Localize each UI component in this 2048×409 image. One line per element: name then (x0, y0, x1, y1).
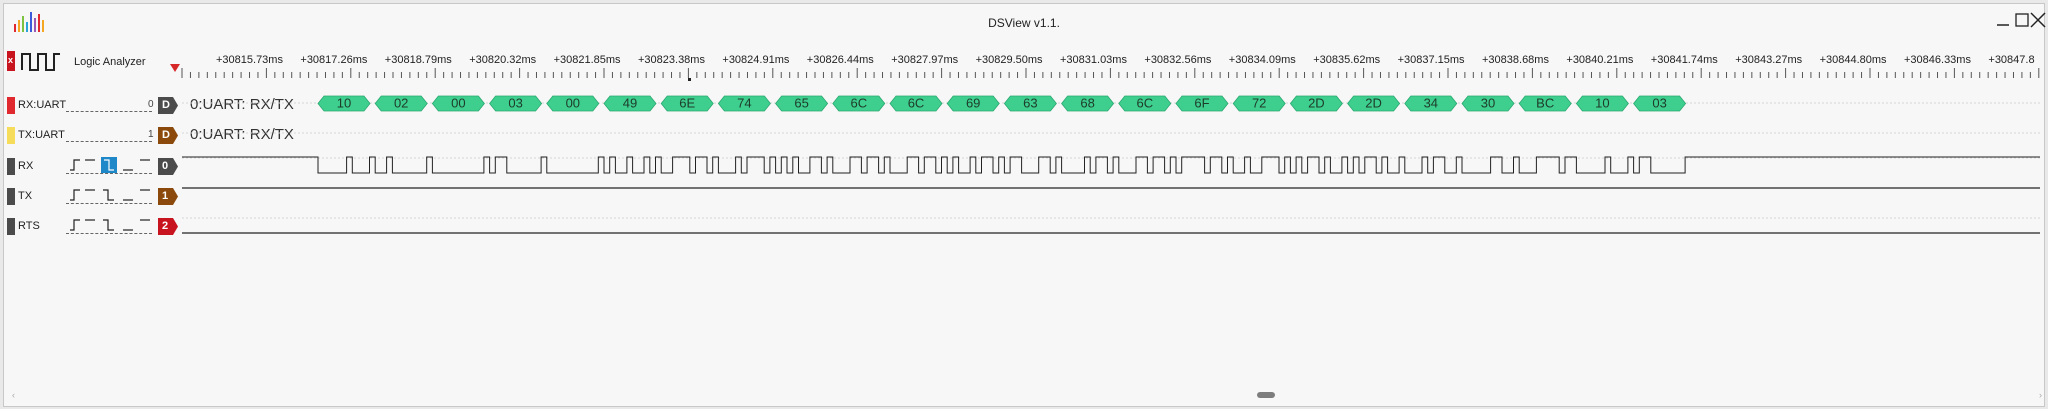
channel-tag[interactable]: 1 (158, 188, 178, 205)
ruler-tick-label: +30824.91ms (722, 54, 790, 66)
horizontal-scrollbar[interactable]: ‹ › (12, 390, 2042, 400)
app-window: DSView v1.1. x Logic Analyzer +30815.73m… (3, 3, 2046, 407)
channel-row-rts: RTS 2 (4, 212, 2044, 242)
channel-tag[interactable]: 0 (158, 158, 178, 175)
channel-color-swatch[interactable] (7, 97, 15, 114)
ruler-tick-label: +30832.56ms (1144, 54, 1212, 66)
close-icon[interactable] (2028, 10, 2048, 30)
channel-index: 0 (148, 99, 154, 110)
channel-name[interactable]: RX (18, 160, 33, 172)
channel-name[interactable]: TX (18, 190, 32, 202)
channel-row-rx: RX 0 (4, 152, 2044, 182)
trigger-marker-icon[interactable] (170, 64, 180, 72)
ruler-tick-label: +30827.97ms (891, 54, 959, 66)
channel-divider (66, 233, 152, 234)
channel-name[interactable]: RTS (18, 220, 40, 232)
ruler-tick-label: +30820.32ms (469, 54, 537, 66)
ruler-tick-label: +30829.50ms (975, 54, 1043, 66)
channel-color-swatch[interactable] (7, 188, 15, 205)
channel-row-rx-uart: RX:UART 0 D 0:UART: RX/TX (4, 91, 2044, 121)
ruler-tick-label: +30838.68ms (1482, 54, 1549, 66)
ruler-tick-label: +30834.09ms (1228, 54, 1296, 66)
ruler-tick-label: +30818.79ms (384, 54, 452, 66)
scroll-left-icon[interactable]: ‹ (12, 390, 15, 400)
ruler-tick-label: +30846.33ms (1904, 54, 1971, 66)
ruler-tick-label: +30847.8 (1988, 54, 2035, 66)
window-title: DSView v1.1. (988, 16, 1060, 30)
ruler-tick-label: +30840.21ms (1566, 54, 1634, 66)
channel-row-tx: TX 1 (4, 182, 2044, 212)
trigger-selector[interactable] (68, 217, 154, 233)
channel-divider (66, 111, 152, 112)
ruler-tick-label: +30835.62ms (1313, 54, 1381, 66)
channel-tag[interactable]: 2 (158, 218, 178, 235)
channel-divider (66, 141, 152, 142)
mode-badge-text: x (8, 55, 14, 65)
rising-edge-icon (70, 159, 80, 171)
scroll-thumb[interactable] (1257, 392, 1275, 398)
decoder-label: 0:UART: RX/TX (190, 126, 294, 143)
trigger-selector[interactable] (68, 157, 154, 173)
ruler-tick-label: +30826.44ms (806, 54, 874, 66)
channel-tag[interactable]: D (158, 127, 178, 144)
mode-label[interactable]: Logic Analyzer (74, 56, 146, 68)
channel-tag[interactable]: D (158, 97, 178, 114)
ruler-tick-label: +30844.80ms (1819, 54, 1887, 66)
ruler-tick-label: +30823.38ms (638, 54, 705, 66)
channel-color-swatch[interactable] (7, 158, 15, 175)
channel-divider (66, 173, 152, 174)
mode-badge[interactable]: x (7, 51, 15, 71)
channel-name[interactable]: TX:UART (18, 129, 65, 141)
minimize-icon[interactable] (1994, 10, 2014, 30)
ruler-tick-label: +30837.15ms (1397, 54, 1465, 66)
channel-color-swatch[interactable] (7, 218, 15, 235)
decoder-label: 0:UART: RX/TX (190, 96, 294, 113)
ruler-tick-label: +30841.74ms (1650, 54, 1718, 66)
channel-name[interactable]: RX:UART (18, 99, 66, 111)
ruler-tick-label: +30815.73ms (216, 54, 283, 66)
channel-color-swatch[interactable] (7, 127, 15, 144)
channel-index: 1 (148, 129, 154, 140)
trigger-selector[interactable] (68, 187, 154, 203)
channel-row-tx-uart: TX:UART 1 D 0:UART: RX/TX (4, 121, 2044, 151)
ruler-tick-label: +30821.85ms (553, 54, 621, 66)
ruler-tick-label: +30817.26ms (300, 54, 368, 66)
title-bar: DSView v1.1. (4, 4, 2046, 38)
ruler-tick-label: +30831.03ms (1060, 54, 1127, 66)
scroll-right-icon[interactable]: › (2039, 390, 2042, 400)
channel-divider (66, 203, 152, 204)
square-wave-icon[interactable] (20, 50, 62, 74)
ruler-tick-label: +30843.27ms (1735, 54, 1803, 66)
time-ruler[interactable]: +30815.73ms +30817.26ms +30818.79ms +30820.… (180, 44, 2046, 84)
